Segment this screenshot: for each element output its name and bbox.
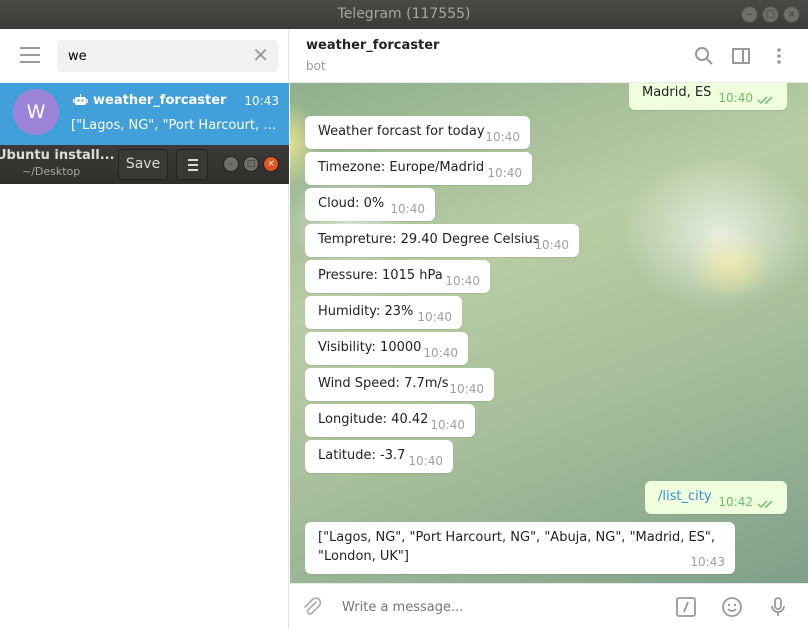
- overlay-menu-button[interactable]: [176, 149, 208, 180]
- message-text: Wind Speed: 7.7m/s: [318, 376, 449, 391]
- message-incoming: Latitude: -3.7 10:40: [305, 440, 453, 473]
- overlay-maximize-button[interactable]: □: [243, 156, 259, 172]
- overlay-minimize-button[interactable]: –: [223, 156, 239, 172]
- message-outgoing: Madrid, ES 10:40: [629, 83, 787, 110]
- message-text: Latitude: -3.7: [318, 448, 406, 463]
- message-text: Madrid, ES: [642, 85, 712, 100]
- message-list[interactable]: Madrid, ES 10:40 Weather forcast for tod…: [290, 83, 808, 583]
- chat-time: 10:43: [244, 94, 279, 108]
- emoji-icon[interactable]: [721, 596, 743, 618]
- message-time: 10:40: [408, 454, 443, 468]
- minimize-button[interactable]: –: [741, 6, 758, 23]
- save-button[interactable]: Save: [118, 149, 168, 180]
- message-text: Pressure: 1015 hPa: [318, 268, 443, 283]
- message-incoming: Wind Speed: 7.7m/s 10:40: [305, 368, 494, 401]
- message-time: 10:40: [485, 130, 520, 144]
- window-controls: – □ ×: [741, 6, 800, 23]
- message-time: 10:40: [417, 310, 452, 324]
- overlay-window-header: Ubuntu install... ~/Desktop Save – □ ×: [0, 145, 289, 184]
- bot-commands-icon[interactable]: [675, 596, 697, 618]
- message-incoming: Humidity: 23% 10:40: [305, 296, 462, 329]
- conversation-header: weather_forcaster bot: [290, 29, 808, 83]
- conversation-panel: weather_forcaster bot Madrid, ES 10:40 W…: [290, 29, 808, 630]
- microphone-icon[interactable]: [767, 596, 789, 618]
- message-incoming: Cloud: 0% 10:40: [305, 188, 435, 221]
- message-incoming: Visibility: 10000 10:40: [305, 332, 468, 365]
- message-incoming: Longitude: 40.42 10:40: [305, 404, 475, 437]
- sidebar-toggle-icon[interactable]: [731, 46, 751, 66]
- message-outgoing: /list_city 10:42: [645, 481, 787, 514]
- message-time: 10:43: [690, 555, 725, 569]
- peer-status: bot: [306, 59, 326, 73]
- read-check-icon: [757, 500, 773, 509]
- message-time: 10:40: [534, 238, 569, 252]
- message-input[interactable]: [342, 597, 642, 617]
- maximize-button[interactable]: □: [762, 6, 779, 23]
- message-incoming: Pressure: 1015 hPa 10:40: [305, 260, 490, 293]
- message-text: Visibility: 10000: [318, 340, 422, 355]
- telegram-window: Telegram (117555) – □ × ✕ W: [0, 0, 808, 630]
- bot-icon: [73, 94, 88, 105]
- hamburger-menu-icon[interactable]: [20, 47, 40, 63]
- overlay-window-subtitle: ~/Desktop: [22, 165, 81, 178]
- message-time: 10:40: [390, 202, 425, 216]
- message-time: 10:40: [449, 382, 484, 396]
- read-check-icon: [757, 96, 773, 105]
- message-text-line-2: "London, UK"]: [318, 549, 409, 564]
- chat-name: weather_forcaster: [93, 93, 227, 108]
- message-time: 10:40: [718, 91, 753, 105]
- message-text: Humidity: 23%: [318, 304, 414, 319]
- overlay-close-button[interactable]: ×: [263, 156, 279, 172]
- message-incoming: Timezone: Europe/Madrid 10:40: [305, 152, 532, 185]
- message-text-line-1: ["Lagos, NG", "Port Harcourt, NG", "Abuj…: [318, 530, 716, 545]
- message-time: 10:40: [487, 166, 522, 180]
- message-incoming: Weather forcast for today 10:40: [305, 116, 530, 149]
- clear-search-icon[interactable]: ✕: [252, 45, 269, 65]
- attach-icon[interactable]: [301, 596, 323, 618]
- search-input[interactable]: [68, 46, 248, 66]
- more-vertical-icon[interactable]: [769, 46, 789, 66]
- message-time: 10:42: [718, 495, 753, 509]
- search-icon[interactable]: [694, 46, 714, 66]
- window-title: Telegram (117555): [337, 6, 471, 22]
- avatar: W: [13, 89, 59, 135]
- message-text: Timezone: Europe/Madrid: [318, 160, 485, 175]
- message-text: Weather forcast for today: [318, 124, 485, 139]
- chat-list-header: ✕: [0, 29, 288, 83]
- message-incoming: Tempreture: 29.40 Degree Celsius 10:40: [305, 224, 579, 257]
- close-button[interactable]: ×: [783, 6, 800, 23]
- message-time: 10:40: [445, 274, 480, 288]
- chat-list-panel: ✕ W weather_forcaster 10:43 ["Lagos, NG"…: [0, 29, 289, 630]
- peer-name[interactable]: weather_forcaster: [306, 38, 439, 53]
- message-time: 10:40: [430, 418, 465, 432]
- message-composer: [290, 583, 808, 630]
- message-text: Longitude: 40.42: [318, 412, 429, 427]
- message-time: 10:40: [423, 346, 458, 360]
- message-text: Cloud: 0%: [318, 196, 385, 211]
- title-bar: Telegram (117555) – □ ×: [0, 0, 808, 29]
- message-incoming: ["Lagos, NG", "Port Harcourt, NG", "Abuj…: [305, 522, 735, 574]
- command-link[interactable]: /list_city: [658, 489, 712, 504]
- chat-preview: ["Lagos, NG", "Port Harcourt, NG", "Abuj…: [71, 118, 281, 133]
- overlay-window-title: Ubuntu install...: [0, 148, 115, 163]
- message-text: Tempreture: 29.40 Degree Celsius: [318, 232, 540, 247]
- chat-list-item[interactable]: W weather_forcaster 10:43 ["Lagos, NG", …: [0, 83, 289, 145]
- search-box: ✕: [57, 40, 278, 72]
